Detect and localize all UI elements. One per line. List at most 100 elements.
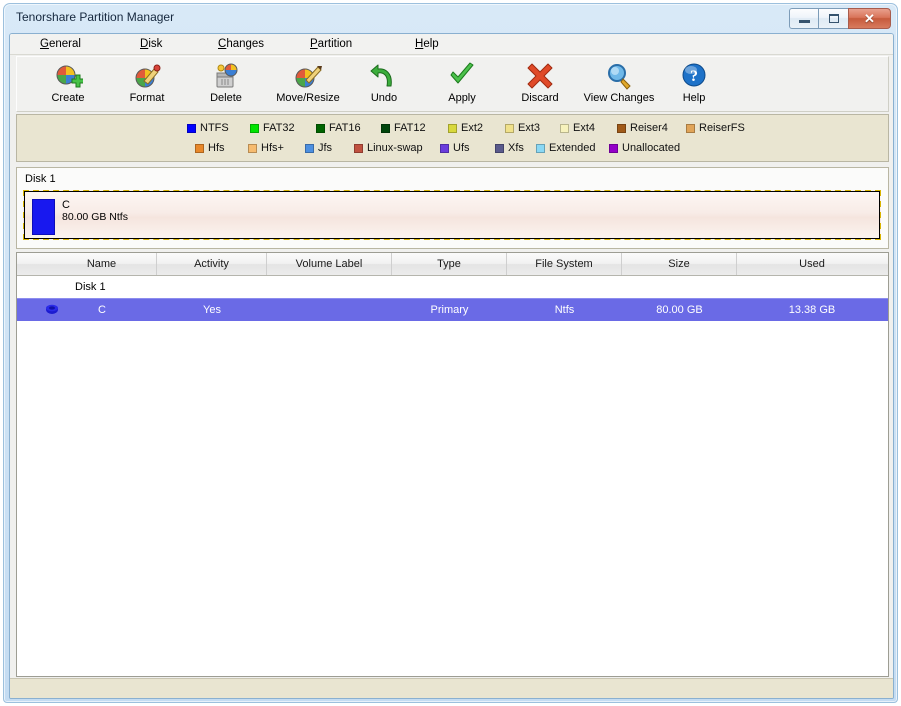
column-header-activity[interactable]: Activity: [157, 253, 267, 275]
legend-label-hfsplus: Hfs+: [261, 142, 284, 154]
partition-table: Name Activity Volume Label Type File Sys…: [16, 252, 889, 677]
menu-label-changes: hanges: [226, 38, 265, 50]
cell-type: Primary: [430, 304, 469, 316]
format-partition-icon: [135, 64, 161, 88]
legend-item-hfs: Hfs: [195, 142, 225, 154]
magnifier-icon: [608, 64, 631, 90]
legend-label-hfs: Hfs: [208, 142, 225, 154]
column-header-used[interactable]: Used: [737, 253, 887, 275]
legend-item-ext2: Ext2: [448, 122, 483, 134]
table-group-row[interactable]: Disk 1: [17, 276, 888, 298]
column-header-volume-label[interactable]: Volume Label: [267, 253, 392, 275]
legend-label-xfs: Xfs: [508, 142, 524, 154]
legend-item-unallocated: Unallocated: [609, 142, 680, 154]
legend-item-reiser4: Reiser4: [617, 122, 668, 134]
minimize-button[interactable]: [789, 7, 819, 29]
help-button-label: Help: [682, 92, 706, 104]
legend-item-ufs: Ufs: [440, 142, 470, 154]
menu-item-partition[interactable]: Partition: [310, 38, 352, 50]
legend-item-extended: Extended: [536, 142, 595, 154]
menu-label-partition: artition: [317, 38, 353, 50]
minimize-icon: [798, 20, 810, 23]
discard-button-label: Discard: [521, 92, 559, 104]
legend-swatch-reiserfs: [686, 123, 695, 133]
menu-item-general[interactable]: General: [40, 38, 81, 50]
apply-check-icon: [450, 62, 474, 84]
maximize-button[interactable]: [819, 7, 849, 29]
disk-map-panel: Disk 1 C 80.00 GB Ntfs: [16, 167, 889, 249]
partition-text: C 80.00 GB Ntfs: [62, 199, 128, 223]
view-changes-button-label: View Changes: [583, 92, 655, 104]
column-header-type[interactable]: Type: [392, 253, 507, 275]
legend-label-reiser4: Reiser4: [630, 122, 668, 134]
table-header-row: Name Activity Volume Label Type File Sys…: [17, 253, 888, 276]
disk-partition-c[interactable]: C 80.00 GB Ntfs: [32, 199, 128, 235]
column-header-size[interactable]: Size: [622, 253, 737, 275]
window-title: Tenorshare Partition Manager: [16, 10, 175, 24]
move-resize-icon: [295, 66, 322, 88]
legend-label-ext3: Ext3: [518, 122, 541, 134]
legend-swatch-ufs: [440, 143, 449, 153]
apply-button[interactable]: Apply: [425, 61, 499, 109]
legend-label-reiserfs: ReiserFS: [699, 122, 745, 134]
column-header-name[interactable]: Name: [47, 253, 157, 275]
svg-text:?: ?: [690, 68, 698, 85]
partition-name: C: [62, 199, 70, 211]
window-controls: ✕: [789, 7, 891, 29]
title-bar: Tenorshare Partition Manager ✕: [4, 4, 897, 33]
legend-label-extended: Extended: [549, 142, 596, 154]
cell-size: 80.00 GB: [656, 304, 703, 316]
discard-cross-icon: [527, 63, 553, 89]
cell-name: C: [98, 304, 106, 316]
legend-label-fat12: FAT12: [394, 122, 426, 134]
delete-button-label: Delete: [210, 92, 242, 104]
legend-label-unallocated: Unallocated: [622, 142, 681, 154]
column-header-file-system[interactable]: File System: [507, 253, 622, 275]
undo-button[interactable]: Undo: [347, 61, 421, 109]
close-button[interactable]: ✕: [848, 7, 891, 29]
maximize-icon: [828, 13, 839, 23]
menu-item-disk[interactable]: Disk: [140, 38, 162, 50]
table-row[interactable]: C Yes Primary Ntfs 80.00 GB 13.38 GB: [17, 298, 888, 321]
cell-file-system: Ntfs: [554, 304, 575, 316]
help-question-icon: ?: [682, 63, 706, 87]
legend-swatch-ext3: [505, 123, 514, 133]
create-button[interactable]: Create: [31, 61, 105, 109]
legend-item-ext3: Ext3: [505, 122, 540, 134]
legend-swatch-ext4: [560, 123, 569, 133]
cell-volume-label: [267, 299, 392, 321]
legend-item-fat32: FAT32: [250, 122, 295, 134]
menu-bar: General Disk Changes Partition Help: [10, 34, 893, 55]
legend-swatch-fat32: [250, 123, 259, 133]
discard-button[interactable]: Discard: [503, 61, 577, 109]
legend-item-linux-swap: Linux-swap: [354, 142, 423, 154]
legend-item-fat12: FAT12: [381, 122, 426, 134]
legend-swatch-unallocated: [609, 143, 618, 153]
legend-swatch-ext2: [448, 123, 457, 133]
legend-swatch-jfs: [305, 143, 314, 153]
disk-map-caption: Disk 1: [25, 173, 56, 185]
legend-label-fat32: FAT32: [263, 122, 295, 134]
legend-swatch-fat12: [381, 123, 390, 133]
legend-swatch-hfsplus: [248, 143, 257, 153]
create-button-label: Create: [51, 92, 85, 104]
menu-label-disk: isk: [148, 38, 163, 50]
legend-swatch-extended: [536, 143, 545, 153]
partition-details: 80.00 GB Ntfs: [62, 211, 128, 223]
view-changes-button[interactable]: View Changes: [574, 61, 664, 109]
menu-item-help[interactable]: Help: [415, 38, 439, 50]
format-button[interactable]: Format: [110, 61, 184, 109]
menu-item-changes[interactable]: Changes: [218, 38, 264, 50]
legend-swatch-linux-swap: [354, 143, 363, 153]
legend-item-hfsplus: Hfs+: [248, 142, 284, 154]
help-button[interactable]: ? Help: [657, 61, 731, 109]
delete-button[interactable]: Delete: [189, 61, 263, 109]
legend-swatch-reiser4: [617, 123, 626, 133]
format-button-label: Format: [129, 92, 165, 104]
disk-strip-disk-1[interactable]: C 80.00 GB Ntfs: [23, 190, 881, 240]
cell-activity: Yes: [203, 304, 221, 316]
toolbar: Create Format Delete Move/Resize Undo Ap…: [16, 56, 889, 112]
legend-label-fat16: FAT16: [329, 122, 361, 134]
close-icon: ✕: [864, 10, 875, 26]
move-resize-button[interactable]: Move/Resize: [263, 61, 353, 109]
